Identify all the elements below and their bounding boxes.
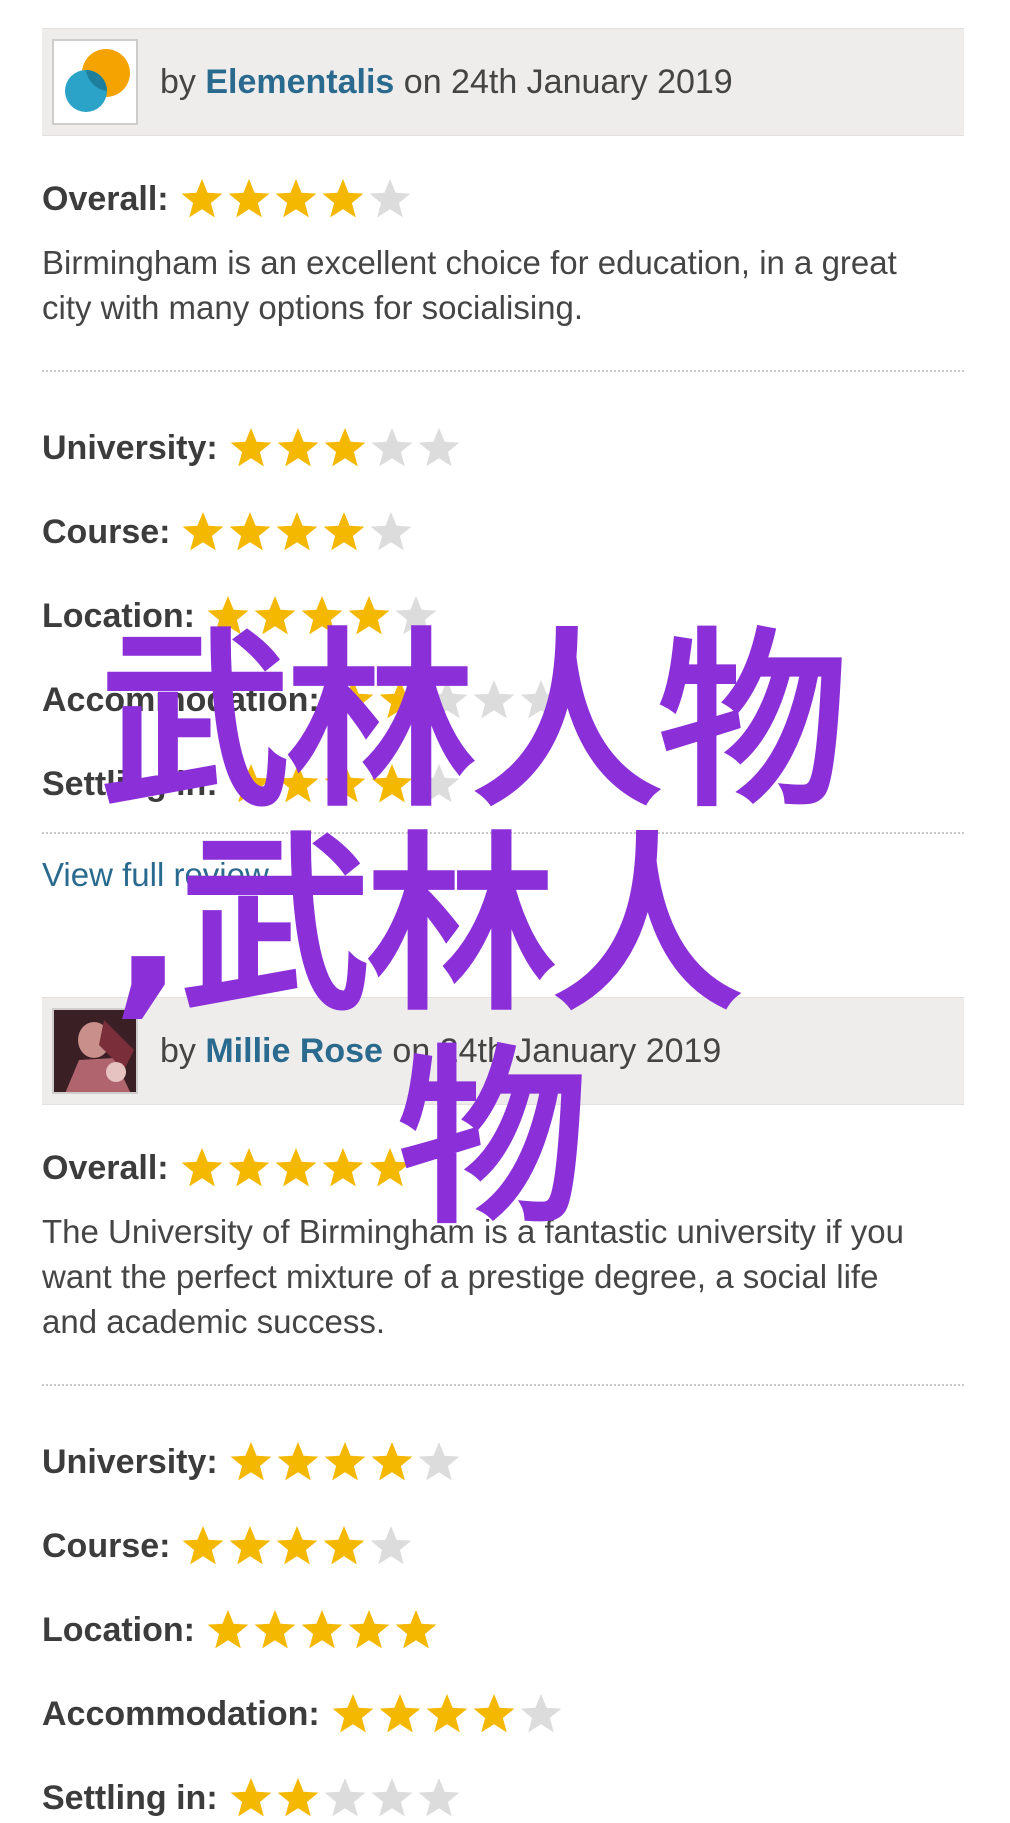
review-byline: by Elementalis on 24th January 2019 xyxy=(160,63,733,102)
star-rating xyxy=(179,176,414,222)
star-empty-icon xyxy=(367,176,413,222)
overall-label: Overall: xyxy=(42,179,169,218)
star-empty-icon xyxy=(368,509,414,555)
star-rating xyxy=(179,1145,414,1191)
byline-prefix: by xyxy=(160,62,206,101)
star-filled-icon xyxy=(321,1523,367,1569)
star-filled-icon xyxy=(226,1145,272,1191)
star-filled-icon xyxy=(471,1691,517,1737)
star-filled-icon xyxy=(252,1607,298,1653)
star-filled-icon xyxy=(227,1523,273,1569)
star-empty-icon xyxy=(368,1523,414,1569)
star-filled-icon xyxy=(393,1607,439,1653)
criterion-row-course: Course: xyxy=(42,490,964,574)
star-empty-icon xyxy=(416,425,462,471)
star-filled-icon xyxy=(226,176,272,222)
overall-rating-row: Overall: xyxy=(42,176,964,222)
byline-prefix: by xyxy=(160,1031,206,1070)
star-rating xyxy=(205,1607,440,1653)
star-filled-icon xyxy=(369,1439,415,1485)
criterion-label: Accommodation: xyxy=(42,1694,320,1733)
bubbles-logo-icon xyxy=(65,49,130,112)
star-filled-icon xyxy=(180,1523,226,1569)
star-filled-icon xyxy=(273,1145,319,1191)
divider xyxy=(42,1384,964,1386)
star-filled-icon xyxy=(424,1691,470,1737)
criterion-label: University: xyxy=(42,428,218,467)
review-header: by Elementalis on 24th January 2019 xyxy=(42,28,964,136)
star-filled-icon xyxy=(322,1439,368,1485)
star-filled-icon xyxy=(322,425,368,471)
star-filled-icon xyxy=(228,1439,274,1485)
star-rating xyxy=(330,1691,565,1737)
star-filled-icon xyxy=(275,1775,321,1821)
overlay-watermark-line-2: ,武林人 xyxy=(112,816,742,1037)
user-avatar[interactable] xyxy=(52,39,138,125)
star-filled-icon xyxy=(330,1691,376,1737)
overlay-watermark-line-1: 武林人物 xyxy=(100,612,848,833)
star-filled-icon xyxy=(227,509,273,555)
criterion-label: Settling in: xyxy=(42,1778,218,1817)
star-empty-icon xyxy=(416,1775,462,1821)
star-filled-icon xyxy=(228,1775,274,1821)
star-empty-icon xyxy=(369,1775,415,1821)
star-filled-icon xyxy=(275,425,321,471)
author-link[interactable]: Elementalis xyxy=(205,63,394,101)
star-rating xyxy=(228,1439,463,1485)
star-empty-icon xyxy=(369,425,415,471)
divider xyxy=(42,370,964,372)
criterion-row-location: Location: xyxy=(42,1588,964,1672)
star-rating xyxy=(180,1523,415,1569)
star-filled-icon xyxy=(321,509,367,555)
criterion-row-course: Course: xyxy=(42,1504,964,1588)
star-empty-icon xyxy=(322,1775,368,1821)
star-filled-icon xyxy=(180,509,226,555)
overall-label: Overall: xyxy=(42,1148,169,1187)
star-filled-icon xyxy=(299,1607,345,1653)
star-empty-icon xyxy=(416,1439,462,1485)
criterion-row-university: University: xyxy=(42,406,964,490)
star-filled-icon xyxy=(320,176,366,222)
star-filled-icon xyxy=(205,1607,251,1653)
star-filled-icon xyxy=(346,1607,392,1653)
star-filled-icon xyxy=(377,1691,423,1737)
star-rating xyxy=(228,425,463,471)
criterion-label: Location: xyxy=(42,1610,195,1649)
criterion-label: University: xyxy=(42,1442,218,1481)
criterion-row-settling-in: Settling in: xyxy=(42,1756,964,1823)
star-filled-icon xyxy=(228,425,274,471)
criterion-row-university: University: xyxy=(42,1420,964,1504)
star-filled-icon xyxy=(273,176,319,222)
overlay-watermark-line-3: 物 xyxy=(398,1029,589,1250)
star-rating xyxy=(180,509,415,555)
star-filled-icon xyxy=(274,1523,320,1569)
criterion-label: Course: xyxy=(42,1526,171,1565)
star-empty-icon xyxy=(518,1691,564,1737)
author-link[interactable]: Millie Rose xyxy=(205,1032,383,1070)
criterion-row-accommodation: Accommodation: xyxy=(42,1672,964,1756)
star-rating xyxy=(228,1775,463,1821)
star-filled-icon xyxy=(320,1145,366,1191)
criterion-label: Course: xyxy=(42,512,171,551)
star-filled-icon xyxy=(275,1439,321,1485)
star-filled-icon xyxy=(274,509,320,555)
star-filled-icon xyxy=(179,176,225,222)
review-date: on 24th January 2019 xyxy=(394,62,733,101)
review-text: Birmingham is an excellent choice for ed… xyxy=(42,244,897,326)
star-filled-icon xyxy=(179,1145,225,1191)
